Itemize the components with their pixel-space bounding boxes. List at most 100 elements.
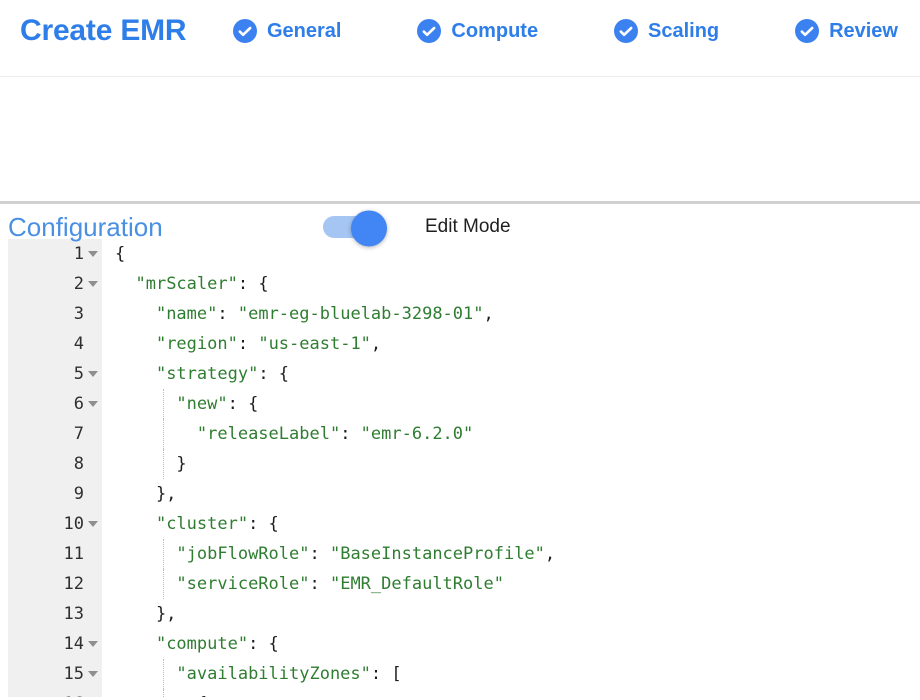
code-token	[115, 394, 176, 414]
section-title: Configuration	[8, 208, 163, 246]
step-general[interactable]: General	[233, 19, 341, 43]
code-line[interactable]: },	[102, 479, 176, 509]
json-editor[interactable]: 1{2 "mrScaler": {3 "name": "emr-eg-bluel…	[8, 239, 920, 697]
code-token: : [	[371, 664, 402, 684]
line-number-text: 10	[64, 509, 84, 539]
code-token: : {	[248, 514, 279, 534]
code-line[interactable]: "jobFlowRole": "BaseInstanceProfile",	[102, 539, 555, 569]
line-number-text: 15	[64, 659, 84, 689]
step-review[interactable]: Review	[795, 19, 898, 43]
fold-arrow-icon[interactable]	[84, 401, 102, 407]
code-line[interactable]: "availabilityZones": [	[102, 659, 402, 689]
code-token: : {	[248, 634, 279, 654]
code-token: : {	[238, 274, 269, 294]
code-token: "releaseLabel"	[197, 424, 340, 444]
code-token: "name"	[156, 304, 217, 324]
fold-arrow-icon[interactable]	[84, 371, 102, 377]
line-number: 4	[8, 329, 102, 359]
code-line[interactable]: "strategy": {	[102, 359, 289, 389]
line-number: 2	[8, 269, 102, 299]
editor-line: 16 {	[8, 689, 920, 697]
check-circle-icon	[795, 19, 819, 43]
wizard-header: Create EMR General Compute Scaling	[0, 0, 920, 77]
editor-line: 14 "compute": {	[8, 629, 920, 659]
code-token	[115, 634, 156, 654]
code-token: {	[115, 244, 125, 264]
code-token: "emr-eg-bluelab-3298-01"	[238, 304, 484, 324]
check-circle-icon	[417, 19, 441, 43]
code-token	[115, 304, 156, 324]
step-scaling[interactable]: Scaling	[614, 19, 719, 43]
code-line[interactable]: "mrScaler": {	[102, 269, 269, 299]
fold-arrow-icon[interactable]	[84, 251, 102, 257]
editor-line: 4 "region": "us-east-1",	[8, 329, 920, 359]
line-number-text: 12	[64, 569, 84, 599]
code-line[interactable]: "region": "us-east-1",	[102, 329, 381, 359]
code-token	[115, 424, 197, 444]
code-token: "region"	[156, 334, 238, 354]
line-number: 13	[8, 599, 102, 629]
line-number: 16	[8, 689, 102, 697]
code-token: "BaseInstanceProfile"	[330, 544, 545, 564]
editor-line: 2 "mrScaler": {	[8, 269, 920, 299]
code-line[interactable]: "new": {	[102, 389, 258, 419]
editor-line: 3 "name": "emr-eg-bluelab-3298-01",	[8, 299, 920, 329]
code-line[interactable]: },	[102, 599, 176, 629]
code-line[interactable]: "name": "emr-eg-bluelab-3298-01",	[102, 299, 494, 329]
code-token: "availabilityZones"	[176, 664, 370, 684]
edit-mode-label: Edit Mode	[425, 215, 511, 239]
line-number: 8	[8, 449, 102, 479]
code-line[interactable]: {	[102, 239, 125, 269]
step-label: Compute	[451, 20, 538, 43]
line-number-text: 4	[74, 329, 84, 359]
code-token: "emr-6.2.0"	[361, 424, 474, 444]
code-token: :	[217, 304, 237, 324]
code-token: "new"	[176, 394, 227, 414]
line-number-text: 8	[74, 449, 84, 479]
fold-arrow-icon[interactable]	[84, 521, 102, 527]
line-number: 9	[8, 479, 102, 509]
code-line[interactable]: "releaseLabel": "emr-6.2.0"	[102, 419, 473, 449]
code-token	[115, 574, 176, 594]
code-token: },	[115, 484, 176, 504]
check-circle-icon	[614, 19, 638, 43]
code-token: "mrScaler"	[135, 274, 237, 294]
code-line[interactable]: {	[102, 689, 207, 697]
line-number: 12	[8, 569, 102, 599]
toggle-knob[interactable]	[351, 210, 387, 246]
code-line[interactable]: }	[102, 449, 187, 479]
line-number: 7	[8, 419, 102, 449]
line-number-text: 14	[64, 629, 84, 659]
code-token: "EMR_DefaultRole"	[330, 574, 504, 594]
code-token	[115, 514, 156, 534]
fold-arrow-icon[interactable]	[84, 641, 102, 647]
code-token	[115, 544, 176, 564]
fold-arrow-icon[interactable]	[84, 281, 102, 287]
code-token: ,	[371, 334, 381, 354]
line-number-text: 2	[74, 269, 84, 299]
code-line[interactable]: "compute": {	[102, 629, 279, 659]
code-token: "strategy"	[156, 364, 258, 384]
code-token: :	[238, 334, 258, 354]
code-token	[115, 334, 156, 354]
code-token	[115, 664, 176, 684]
code-token: ,	[545, 544, 555, 564]
editor-line: 7 "releaseLabel": "emr-6.2.0"	[8, 419, 920, 449]
edit-mode-toggle[interactable]	[323, 216, 385, 238]
editor-line: 9 },	[8, 479, 920, 509]
code-token	[115, 364, 156, 384]
line-number: 5	[8, 359, 102, 389]
page-title: Create EMR	[20, 10, 186, 52]
line-number: 10	[8, 509, 102, 539]
configuration-section: Configuration Edit Mode	[0, 77, 920, 204]
editor-line: 11 "jobFlowRole": "BaseInstanceProfile",	[8, 539, 920, 569]
code-token: :	[309, 544, 329, 564]
fold-arrow-icon[interactable]	[84, 671, 102, 677]
step-compute[interactable]: Compute	[417, 19, 538, 43]
code-line[interactable]: "serviceRole": "EMR_DefaultRole"	[102, 569, 504, 599]
step-label: General	[267, 20, 341, 43]
step-label: Scaling	[648, 20, 719, 43]
code-line[interactable]: "cluster": {	[102, 509, 279, 539]
line-number: 14	[8, 629, 102, 659]
code-token: },	[115, 604, 176, 624]
